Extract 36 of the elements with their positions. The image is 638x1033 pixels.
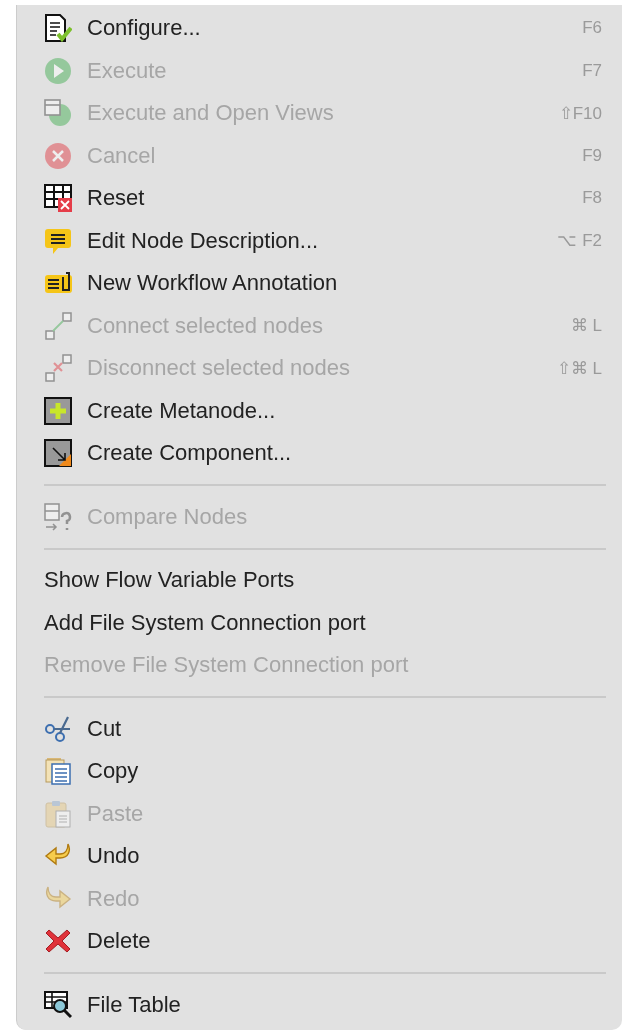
plus-square-icon — [44, 396, 72, 425]
menu-item[interactable]: Configure... F6 — [17, 7, 622, 50]
document-check-icon — [44, 14, 72, 43]
shortcut-label: ⇧⌘ L — [556, 357, 602, 379]
menu-item[interactable]: Cut — [17, 707, 622, 750]
shortcut-label: F7 — [582, 60, 602, 81]
shortcut-label: F6 — [582, 18, 602, 39]
menu-item[interactable]: New Workflow Annotation — [17, 262, 622, 305]
shortcut-label: ⌥ F2 — [557, 230, 602, 252]
arrow-square-icon — [44, 439, 72, 468]
speech-bubble-icon — [44, 226, 72, 255]
shortcut-label: ⇧F10 — [558, 102, 602, 124]
menu-item[interactable]: Edit Node Description... ⌥ F2 — [17, 219, 622, 262]
connect-icon — [44, 311, 72, 340]
menu-item[interactable]: Show Flow Variable Ports — [17, 559, 622, 602]
cancel-icon — [44, 141, 72, 170]
compare-icon — [44, 502, 72, 531]
disconnect-icon — [44, 354, 72, 383]
menu-item[interactable]: Create Metanode... — [17, 389, 622, 432]
menu-item[interactable]: Delete — [17, 920, 622, 963]
menu-item[interactable]: Add File System Connection port — [17, 601, 622, 644]
menu-item[interactable]: Create Component... — [17, 432, 622, 475]
menu-item[interactable]: Copy — [17, 750, 622, 793]
clipboard-icon — [44, 799, 72, 828]
table-cross-icon — [44, 184, 72, 213]
copy-icon — [44, 757, 72, 786]
menu-item[interactable]: Undo — [17, 835, 622, 878]
scissors-icon — [44, 714, 72, 743]
menu-item[interactable]: Reset F8 — [17, 177, 622, 220]
shortcut-label: ⌘ L — [570, 315, 602, 337]
menu-item[interactable]: File Table — [17, 983, 622, 1026]
window-play-icon — [44, 99, 72, 128]
shortcut-label: F8 — [582, 188, 602, 209]
shortcut-label: F9 — [582, 145, 602, 166]
play-icon — [44, 56, 72, 85]
table-search-icon — [44, 990, 72, 1019]
